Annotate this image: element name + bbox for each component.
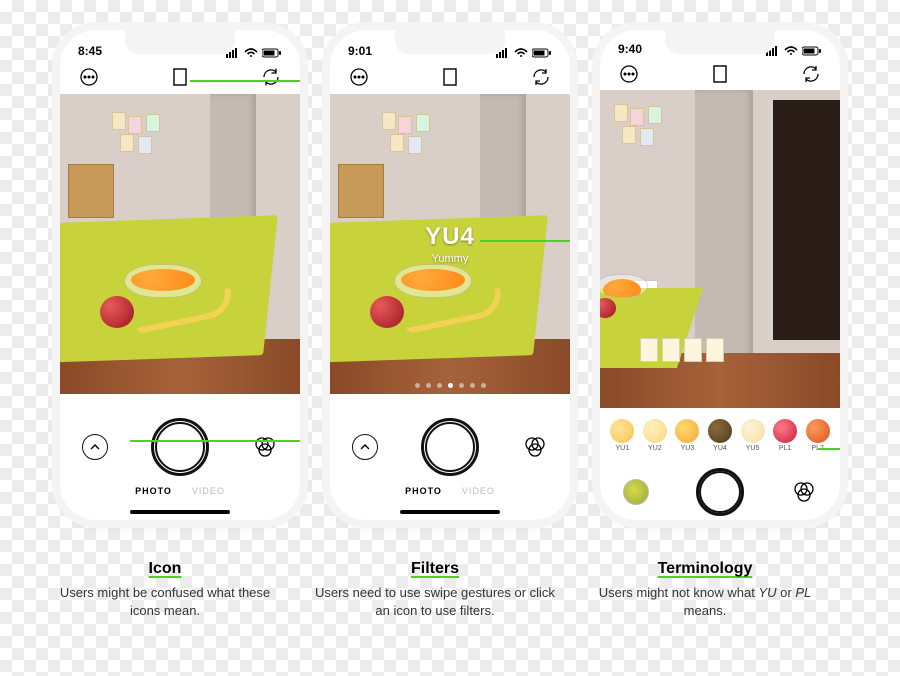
- status-right: [766, 46, 822, 56]
- camera-top-toolbar: [60, 60, 300, 94]
- home-indicator[interactable]: [130, 510, 230, 514]
- caption-icon: Icon Users might be confused what these …: [45, 560, 285, 619]
- camera-controls: PHOTO VIDEO: [60, 394, 300, 520]
- battery-icon: [532, 48, 552, 58]
- viewfinder[interactable]: [60, 94, 300, 394]
- mode-video[interactable]: VIDEO: [192, 486, 225, 496]
- battery-icon: [262, 48, 282, 58]
- status-right: [226, 48, 282, 58]
- caption-filters: Filters Users need to use swipe gestures…: [315, 560, 555, 619]
- notch: [395, 30, 505, 54]
- home-indicator[interactable]: [400, 510, 500, 514]
- filter-chip-yu3[interactable]: YU3: [675, 419, 699, 452]
- captions-row: Icon Users might be confused what these …: [45, 560, 855, 619]
- battery-icon: [802, 46, 822, 56]
- filters-icon[interactable]: [252, 434, 278, 460]
- caption-title: Terminology: [585, 560, 825, 578]
- filter-chip-yu5[interactable]: YU5: [741, 419, 765, 452]
- status-time: 9:40: [618, 42, 642, 56]
- camera-scene: [600, 90, 840, 408]
- filter-name: Yummy: [330, 253, 570, 265]
- notch: [665, 30, 775, 54]
- phone-filters: 9:01 YU4: [330, 30, 570, 520]
- callout-line-chips: [818, 448, 840, 450]
- more-icon[interactable]: [348, 66, 370, 88]
- mode-video[interactable]: VIDEO: [462, 486, 495, 496]
- aspect-icon[interactable]: [709, 63, 731, 85]
- aspect-icon[interactable]: [439, 66, 461, 88]
- caption-title: Icon: [45, 560, 285, 578]
- phone-icon: 8:45: [60, 30, 300, 520]
- phone-terminology: 9:40: [600, 30, 840, 520]
- mode-row: PHOTO VIDEO: [405, 486, 495, 496]
- shutter-button[interactable]: [696, 468, 744, 516]
- flip-camera-icon[interactable]: [530, 66, 552, 88]
- filter-code: YU4: [330, 223, 570, 251]
- callout-line-controls: [130, 440, 300, 442]
- caption-title: Filters: [315, 560, 555, 578]
- flip-camera-icon[interactable]: [800, 63, 822, 85]
- viewfinder[interactable]: [600, 90, 840, 408]
- mode-row: PHOTO VIDEO: [135, 486, 225, 496]
- camera-scene: [60, 94, 300, 394]
- callout-line-toolbar: [190, 80, 300, 82]
- caption-body: Users might be confused what these icons…: [45, 584, 285, 619]
- status-time: 9:01: [348, 44, 372, 58]
- filter-overlay: YU4 Yummy: [330, 223, 570, 265]
- notch: [125, 30, 235, 54]
- gallery-thumbnail[interactable]: [623, 479, 649, 505]
- caption-body: Users might not know what YU or PL means…: [585, 584, 825, 619]
- mode-photo[interactable]: PHOTO: [135, 486, 172, 496]
- filter-chip-yu2[interactable]: YU2: [643, 419, 667, 452]
- camera-top-toolbar: [330, 60, 570, 94]
- callout-line-filter: [480, 240, 570, 242]
- status-right: [496, 48, 552, 58]
- caption-body: Users need to use swipe gestures or clic…: [315, 584, 555, 619]
- camera-controls: [600, 464, 840, 520]
- page-dots: [330, 383, 570, 388]
- filter-chip-yu1[interactable]: YU1: [610, 419, 634, 452]
- more-icon[interactable]: [618, 63, 640, 85]
- viewfinder[interactable]: YU4 Yummy: [330, 94, 570, 394]
- collapse-icon[interactable]: [82, 434, 108, 460]
- filters-icon[interactable]: [522, 434, 548, 460]
- flip-camera-icon[interactable]: [260, 66, 282, 88]
- collapse-icon[interactable]: [352, 434, 378, 460]
- camera-controls: PHOTO VIDEO: [330, 394, 570, 520]
- filter-chip-pl1[interactable]: PL1: [773, 419, 797, 452]
- filter-chip-yu4[interactable]: YU4: [708, 419, 732, 452]
- status-time: 8:45: [78, 44, 102, 58]
- more-icon[interactable]: [78, 66, 100, 88]
- wifi-icon: [514, 48, 528, 58]
- filter-chip-row[interactable]: YU1 YU2 YU3 YU4 YU5 PL1 PL2: [600, 408, 840, 464]
- shutter-button[interactable]: [421, 418, 479, 476]
- filters-icon[interactable]: [791, 479, 817, 505]
- mode-photo[interactable]: PHOTO: [405, 486, 442, 496]
- shutter-button[interactable]: [151, 418, 209, 476]
- wifi-icon: [784, 46, 798, 56]
- caption-terminology: Terminology Users might not know what YU…: [585, 560, 825, 619]
- camera-top-toolbar: [600, 58, 840, 90]
- phones-row: 8:45: [60, 30, 840, 520]
- aspect-icon[interactable]: [169, 66, 191, 88]
- wifi-icon: [244, 48, 258, 58]
